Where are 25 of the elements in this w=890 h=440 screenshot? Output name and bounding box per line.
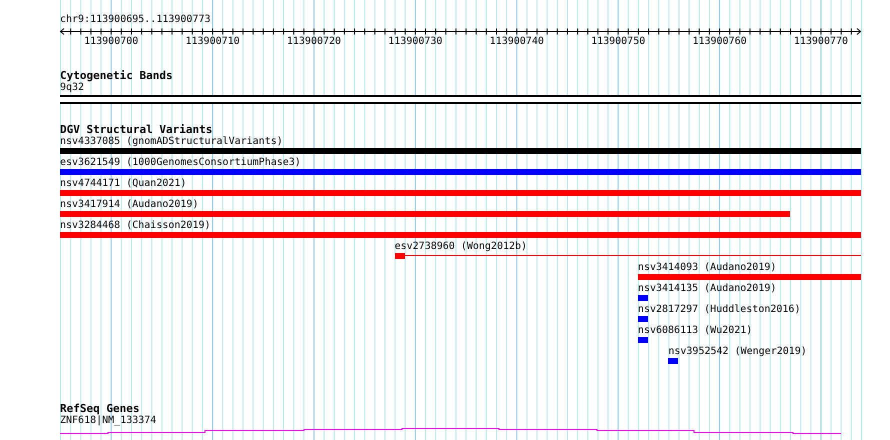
tick-label: 113900740 bbox=[490, 36, 544, 48]
variant-label: nsv3417914 (Audano2019) bbox=[60, 199, 198, 211]
tick-label: 113900700 bbox=[84, 36, 138, 48]
variant-label: nsv4744171 (Quan2021) bbox=[60, 178, 186, 190]
variant-label: nsv3414135 (Audano2019) bbox=[638, 283, 776, 295]
tick-label: 113900720 bbox=[286, 36, 342, 48]
variant-label: nsv3952542 (Wenger2019) bbox=[668, 346, 807, 358]
track-title: RefSeq Genes bbox=[60, 403, 140, 415]
tick-label: 113900710 bbox=[185, 36, 240, 48]
variant-label: nsv3284468 (Chaisson2019) bbox=[60, 220, 211, 232]
position-label: chr9:113900695..113900773 bbox=[60, 14, 211, 26]
tick-label: 113900750 bbox=[591, 36, 646, 48]
tick-label: 113900760 bbox=[692, 36, 747, 48]
variant-label: nsv3414093 (Audano2019) bbox=[638, 262, 776, 274]
variant-label: esv3621549 (1000GenomesConsortiumPhase3) bbox=[60, 157, 301, 169]
variant-label: nsv6086113 (Wu2021) bbox=[638, 325, 752, 337]
band-label: 9q32 bbox=[60, 82, 84, 94]
gene-label: ZNF618|NM_133374 bbox=[60, 415, 156, 427]
track-title: DGV Structural Variants bbox=[60, 124, 212, 136]
tick-label: 113900730 bbox=[388, 36, 442, 48]
tick-label: 113900770 bbox=[794, 36, 848, 48]
variant-label: nsv2817297 (Huddleston2016) bbox=[638, 304, 800, 316]
track-title: Cytogenetic Bands bbox=[60, 70, 173, 82]
variant-label: esv2738960 (Wong2012b) bbox=[394, 241, 528, 253]
variant-label: nsv4337085 (gnomADStructuralVariants) bbox=[60, 136, 283, 148]
